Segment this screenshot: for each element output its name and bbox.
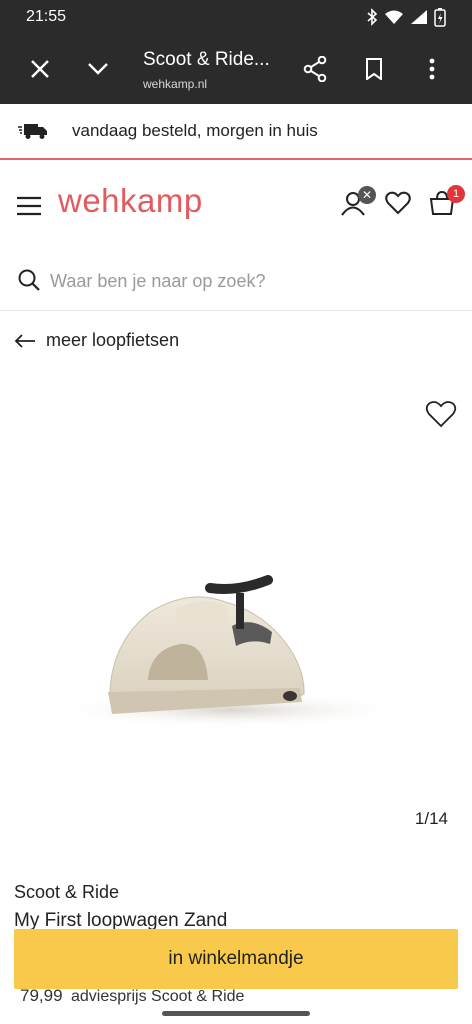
minimize-tab-button[interactable] [74,34,122,104]
gesture-nav-handle[interactable] [162,1011,310,1016]
image-counter: 1/14 [414,809,448,828]
status-time: 21:55 [26,8,67,25]
back-link-label: meer loopfietsen [46,330,180,350]
wishlist-header-button[interactable] [381,186,415,220]
wishlist-button[interactable] [425,400,457,433]
signal-icon [411,10,427,24]
heart-icon [385,191,411,215]
more-menu-button[interactable] [408,34,456,104]
bluetooth-icon [367,8,378,26]
share-icon [303,56,327,82]
wehkamp-logo[interactable]: wehkamp [58,182,203,220]
product-image[interactable] [0,380,472,810]
heart-outline-icon [425,401,457,428]
product-photo [50,575,410,728]
search-input[interactable] [48,265,452,297]
price-note: adviesprijs Scoot & Ride [71,988,245,1005]
search-icon [18,269,40,291]
promo-text: vandaag besteld, morgen in huis [72,121,318,140]
browser-toolbar: Scoot & Ride... wehkamp.nl [0,34,472,104]
close-icon [31,60,49,78]
arrow-left-icon [14,333,35,348]
back-to-category-link[interactable]: meer loopfietsen [14,330,179,351]
product-price-row: 79,99 adviesprijs Scoot & Ride [20,986,244,1006]
status-bar: 21:55 [0,0,472,34]
share-button[interactable] [291,34,339,104]
menu-icon[interactable] [16,195,42,217]
more-vertical-icon [429,58,435,80]
bookmark-button[interactable] [350,34,398,104]
tab-url: wehkamp.nl [143,77,208,91]
chevron-down-icon [88,63,108,75]
cart-count-badge: 1 [447,185,465,203]
delivery-truck-icon [18,124,47,139]
close-tab-button[interactable] [16,34,64,104]
search-bar [0,252,472,311]
battery-icon [434,8,446,27]
delivery-promo-bar: vandaag besteld, morgen in huis [0,104,472,160]
wifi-icon [385,10,403,24]
product-brand[interactable]: Scoot & Ride [14,882,119,903]
add-to-cart-button[interactable]: in winkelmandje [14,929,458,989]
site-header: wehkamp [0,160,472,252]
account-status-badge: ✕ [358,186,376,204]
tab-title: Scoot & Ride... [143,49,270,70]
status-icons [366,7,446,27]
bookmark-icon [366,58,382,80]
